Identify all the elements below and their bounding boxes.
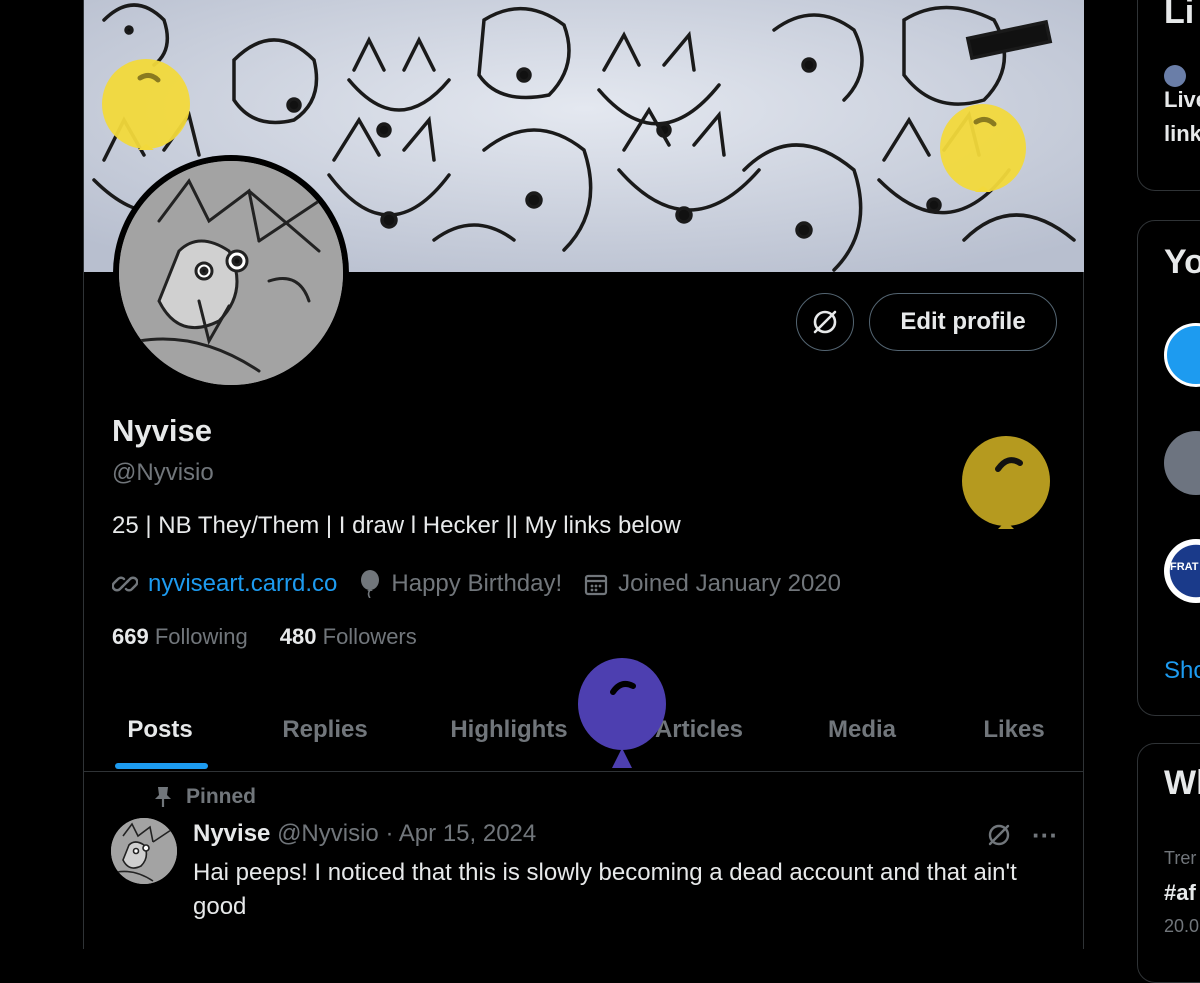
tweet-header: Nyvise @Nyvisio · Apr 15, 2024 xyxy=(193,820,536,848)
sidebar-live-line1: Live xyxy=(1164,87,1200,112)
trend-tag[interactable]: #af xyxy=(1164,880,1196,906)
link-icon xyxy=(112,576,138,592)
avatar xyxy=(1164,65,1186,87)
tab-posts[interactable]: Posts xyxy=(100,690,220,770)
pin-icon xyxy=(155,787,171,807)
sidebar-live-line2: link xyxy=(1164,121,1200,146)
sidebar-live-title: Li xyxy=(1164,0,1195,31)
balloon-icon xyxy=(102,59,190,150)
followers-link[interactable]: 480 Followers xyxy=(280,624,417,650)
tab-media[interactable]: Media xyxy=(804,690,920,770)
more-icon[interactable]: ··· xyxy=(1028,818,1062,852)
sidebar-follow-card: Yo FRAT d'ITA Sho xyxy=(1137,220,1200,716)
tweet-date[interactable]: Apr 15, 2024 xyxy=(399,820,536,847)
profile-avatar[interactable] xyxy=(113,155,349,391)
profile-meta: nyviseart.carrd.co Happy Birthday! Joine… xyxy=(112,567,863,601)
avatar[interactable] xyxy=(1164,323,1200,387)
active-tab-indicator xyxy=(115,763,208,769)
tweet-author-handle[interactable]: @Nyvisio xyxy=(277,820,379,847)
following-link[interactable]: 669 Following xyxy=(112,624,248,650)
tweet-separator: · xyxy=(378,820,399,847)
profile-column: Edit profile Nyvise @Nyvisio 25 | NB The… xyxy=(83,0,1084,949)
tab-highlights[interactable]: Highlights xyxy=(434,690,584,770)
sidebar-trends-card: Wl Trer #af 20.0 xyxy=(1137,743,1200,983)
sidebar-trends-title: Wl xyxy=(1164,764,1200,802)
pinned-indicator: Pinned xyxy=(154,785,256,809)
joined-item: Joined January 2020 xyxy=(584,570,841,598)
sidebar-live-card[interactable]: Li Live link xyxy=(1137,0,1200,191)
sidebar-follow-title: Yo xyxy=(1164,243,1200,281)
balloon-icon xyxy=(940,104,1026,192)
balloon-icon xyxy=(361,570,380,598)
trend-label: Trer xyxy=(1164,848,1197,868)
balloon-icon xyxy=(962,436,1050,529)
grok-button[interactable] xyxy=(796,293,854,351)
avatar[interactable]: FRAT d'ITA xyxy=(1164,539,1200,603)
tweet-grok-button[interactable] xyxy=(982,818,1016,852)
website-link[interactable]: nyviseart.carrd.co xyxy=(148,570,337,598)
profile-name: Nyvise xyxy=(112,413,212,448)
tweet-text: Hai peeps! I noticed that this is slowly… xyxy=(193,859,1017,920)
show-more-link[interactable]: Sho xyxy=(1164,657,1200,685)
trend-count: 20.0 xyxy=(1164,916,1200,936)
birthday-text: Happy Birthday! xyxy=(391,570,563,597)
grok-icon xyxy=(813,310,837,334)
profile-handle: @Nyvisio xyxy=(112,459,214,486)
profile-bio: 25 | NB They/Them | I draw l Hecker || M… xyxy=(112,512,681,539)
grok-icon xyxy=(988,824,1010,846)
tweet-avatar[interactable] xyxy=(111,818,177,884)
avatar[interactable] xyxy=(1164,431,1200,495)
joined-text: Joined January 2020 xyxy=(618,570,842,597)
follow-stats: 669 Following 480 Followers xyxy=(112,624,449,650)
tweet-author-name[interactable]: Nyvise xyxy=(193,820,270,847)
balloon-icon xyxy=(578,658,666,768)
calendar-icon xyxy=(585,574,608,596)
tab-replies[interactable]: Replies xyxy=(260,690,390,770)
edit-profile-button[interactable]: Edit profile xyxy=(869,293,1057,351)
birthday-item: Happy Birthday! xyxy=(359,570,562,598)
tab-likes[interactable]: Likes xyxy=(964,690,1064,770)
website-item: nyviseart.carrd.co xyxy=(112,570,337,598)
